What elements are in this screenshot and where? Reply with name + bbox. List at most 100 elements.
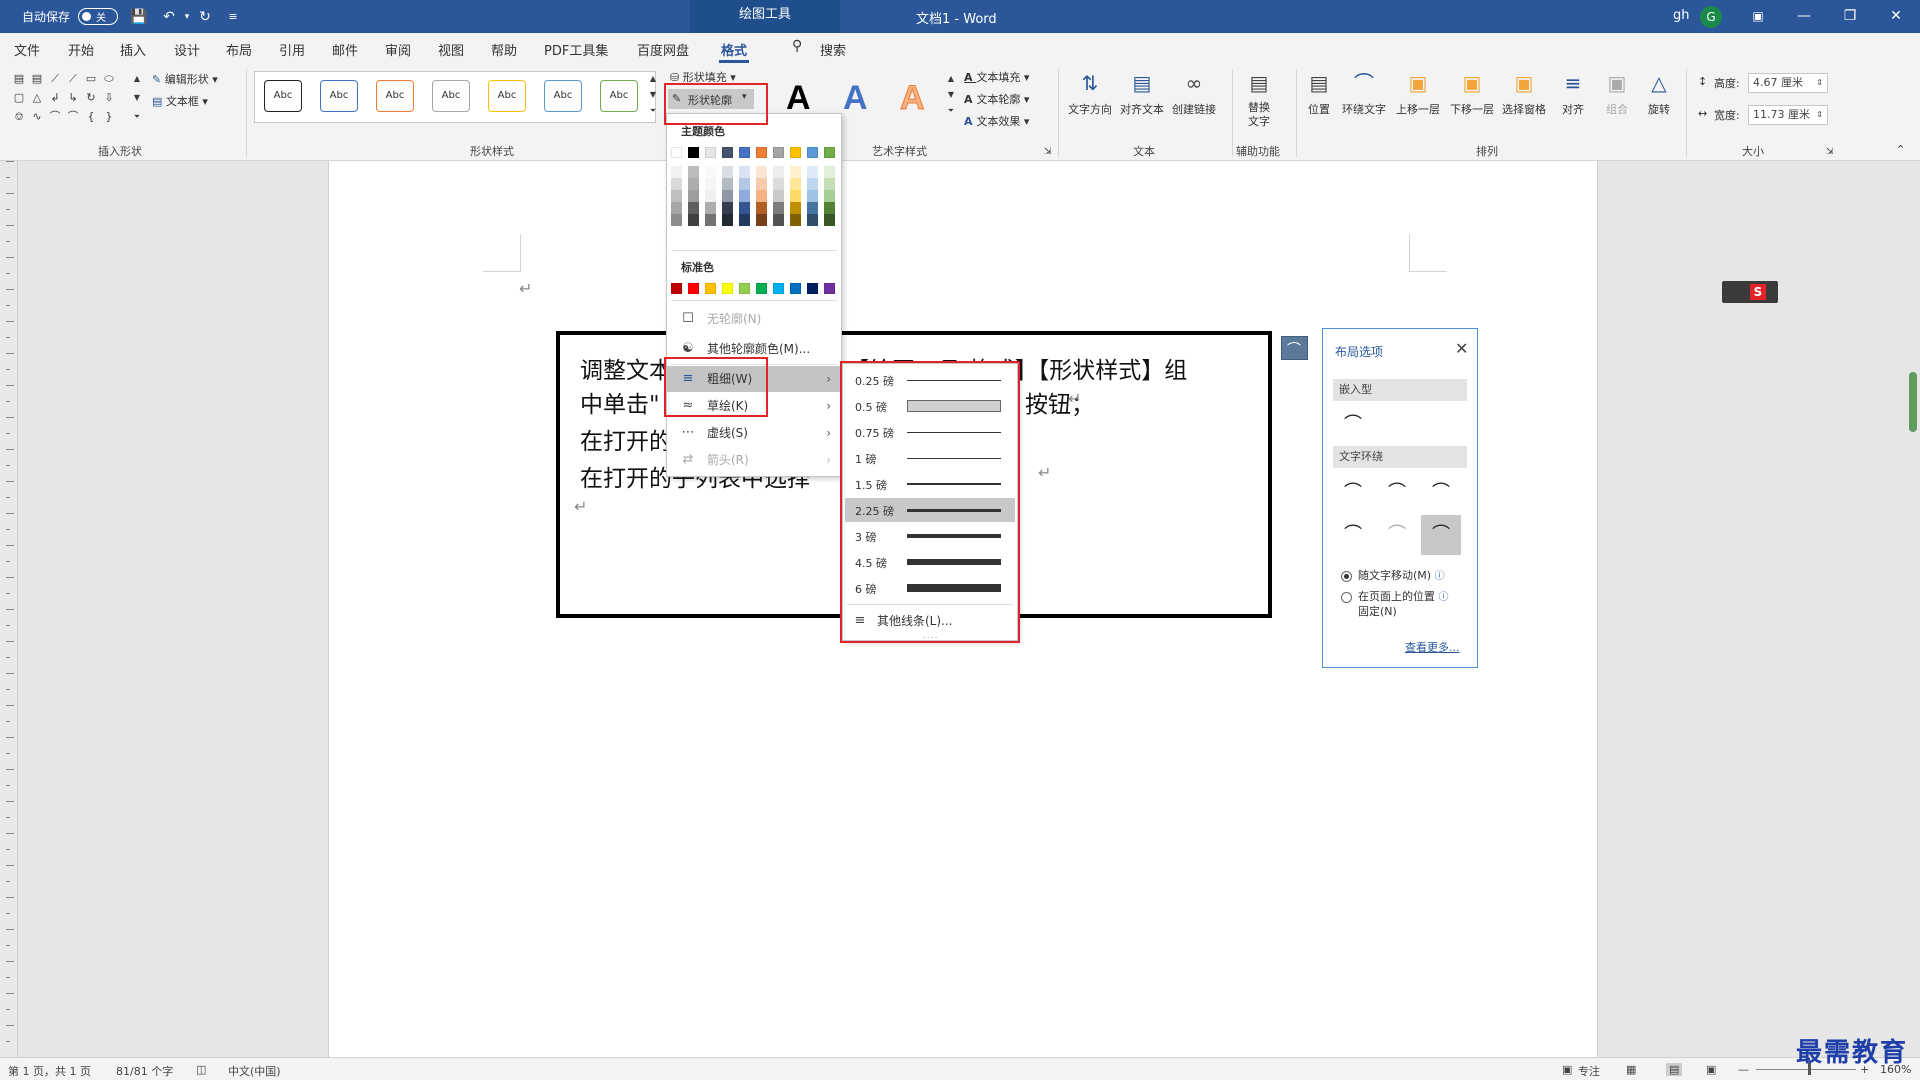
- through-wrap-icon[interactable]: ⌒: [1421, 473, 1461, 513]
- theme-color-swatch[interactable]: [790, 147, 801, 158]
- theme-color-swatch[interactable]: [807, 147, 818, 158]
- arc-shape-icon[interactable]: ⌒: [48, 111, 62, 123]
- theme-color-tint[interactable]: [739, 178, 750, 190]
- theme-color-tint[interactable]: [824, 214, 835, 226]
- tab-design[interactable]: 设计: [174, 40, 200, 59]
- standard-color-swatch[interactable]: [671, 283, 682, 294]
- restore-icon[interactable]: ❐: [1827, 0, 1873, 33]
- theme-color-tint[interactable]: [688, 190, 699, 202]
- word-count[interactable]: 81/81 个字: [116, 1063, 173, 1079]
- focus-label[interactable]: 专注: [1578, 1063, 1600, 1079]
- align-text-button[interactable]: ▤ 对齐文本: [1120, 69, 1164, 117]
- theme-color-tint[interactable]: [722, 202, 733, 214]
- rectangle-shape-icon[interactable]: ▭: [84, 73, 98, 85]
- wordart-gallery-more-icon[interactable]: ⏷: [944, 105, 958, 117]
- theme-color-tint[interactable]: [756, 178, 767, 190]
- tab-review[interactable]: 审阅: [385, 40, 411, 59]
- web-layout-icon[interactable]: ▣: [1706, 1063, 1716, 1076]
- proofing-icon[interactable]: ◫: [196, 1063, 206, 1076]
- theme-color-tint[interactable]: [756, 166, 767, 178]
- theme-color-tint[interactable]: [671, 190, 682, 202]
- oval-shape-icon[interactable]: ⬭: [102, 73, 116, 85]
- freeform-shape-icon[interactable]: ⎊: [12, 111, 26, 123]
- height-input[interactable]: 4.67 厘米 ⇕: [1748, 73, 1828, 93]
- triangle-shape-icon[interactable]: △: [30, 92, 44, 104]
- rotate-arrow-shape-icon[interactable]: ↻: [84, 92, 98, 104]
- theme-color-tint[interactable]: [807, 202, 818, 214]
- wrap-text-button[interactable]: ⌒ 环绕文字: [1342, 69, 1386, 117]
- autosave-toggle[interactable]: 关: [78, 8, 118, 25]
- no-outline-item[interactable]: ☐ 无轮廓(N): [667, 306, 841, 332]
- redo-icon[interactable]: ↻: [194, 6, 216, 28]
- theme-color-tint[interactable]: [688, 214, 699, 226]
- tab-baidu-netdisk[interactable]: 百度网盘: [637, 40, 689, 59]
- search-label[interactable]: 搜索: [820, 40, 846, 59]
- position-button[interactable]: ▤ 位置: [1306, 69, 1332, 117]
- fix-position-radio[interactable]: 在页面上的位置 ⓘ: [1341, 588, 1449, 604]
- theme-color-tint[interactable]: [790, 166, 801, 178]
- theme-color-tint[interactable]: [671, 166, 682, 178]
- theme-color-tint[interactable]: [671, 202, 682, 214]
- theme-color-tint[interactable]: [705, 214, 716, 226]
- shape-style-lightblue[interactable]: Abc: [544, 80, 582, 112]
- standard-color-swatch[interactable]: [790, 283, 801, 294]
- tab-view[interactable]: 视图: [438, 40, 464, 59]
- search-icon[interactable]: ⚲: [792, 38, 802, 54]
- width-input[interactable]: 11.73 厘米 ⇕: [1748, 105, 1828, 125]
- shape-style-blue[interactable]: Abc: [320, 80, 358, 112]
- arc-shape-icon[interactable]: ⌒: [66, 111, 80, 123]
- down-arrow-shape-icon[interactable]: ⇩: [102, 92, 116, 104]
- language[interactable]: 中文(中国): [228, 1063, 281, 1079]
- page-count[interactable]: 第 1 页，共 1 页: [8, 1063, 91, 1079]
- vertical-textbox-shape-icon[interactable]: ▤: [30, 73, 44, 85]
- theme-color-tint[interactable]: [824, 178, 835, 190]
- brace-right-shape-icon[interactable]: }: [102, 111, 116, 123]
- theme-color-tint[interactable]: [773, 202, 784, 214]
- theme-color-tint[interactable]: [671, 178, 682, 190]
- text-direction-button[interactable]: ⇅ 文字方向: [1068, 69, 1112, 117]
- theme-color-tint[interactable]: [824, 202, 835, 214]
- theme-color-tint[interactable]: [773, 190, 784, 202]
- connector-shape-icon[interactable]: ↳: [66, 92, 80, 104]
- wordart-style-blue[interactable]: A: [843, 79, 868, 118]
- theme-color-tint[interactable]: [790, 178, 801, 190]
- tab-mailings[interactable]: 邮件: [332, 40, 358, 59]
- theme-color-tint[interactable]: [722, 166, 733, 178]
- spinner-icon[interactable]: ⇕: [1816, 74, 1823, 92]
- theme-color-swatch[interactable]: [722, 147, 733, 158]
- theme-color-tint[interactable]: [705, 178, 716, 190]
- standard-color-swatch[interactable]: [705, 283, 716, 294]
- shape-style-black[interactable]: Abc: [264, 80, 302, 112]
- tab-format[interactable]: 格式: [718, 40, 750, 63]
- customize-qat-icon[interactable]: ≡: [222, 6, 244, 28]
- theme-color-tint[interactable]: [807, 190, 818, 202]
- gallery-up-icon[interactable]: ▲: [130, 73, 144, 85]
- text-outline-button[interactable]: A 文本轮廓 ▾: [964, 91, 1029, 107]
- standard-color-swatch[interactable]: [807, 283, 818, 294]
- spinner-icon[interactable]: ⇕: [1816, 106, 1823, 124]
- connector-shape-icon[interactable]: ↲: [48, 92, 62, 104]
- text-effects-button[interactable]: A 文本效果 ▾: [964, 113, 1029, 129]
- theme-color-tint[interactable]: [705, 166, 716, 178]
- print-layout-icon[interactable]: ▤: [1666, 1063, 1683, 1076]
- selection-pane-button[interactable]: ▣ 选择窗格: [1502, 69, 1546, 117]
- shape-style-gray[interactable]: Abc: [432, 80, 470, 112]
- theme-color-tint[interactable]: [688, 178, 699, 190]
- theme-color-tint[interactable]: [790, 214, 801, 226]
- close-icon[interactable]: ✕: [1455, 339, 1468, 358]
- standard-color-swatch[interactable]: [824, 283, 835, 294]
- focus-icon[interactable]: ▣: [1562, 1063, 1572, 1076]
- theme-color-tint[interactable]: [739, 166, 750, 178]
- read-mode-icon[interactable]: ▦: [1626, 1063, 1636, 1076]
- zoom-out-icon[interactable]: —: [1738, 1063, 1749, 1076]
- dash-item[interactable]: ⋯ 虚线(S) ›: [667, 420, 841, 446]
- close-icon[interactable]: ✕: [1873, 0, 1919, 33]
- theme-color-tint[interactable]: [688, 166, 699, 178]
- rotate-button[interactable]: △ 旋转: [1646, 69, 1672, 117]
- theme-color-tint[interactable]: [756, 214, 767, 226]
- standard-color-swatch[interactable]: [739, 283, 750, 294]
- inline-wrap-icon[interactable]: ⌒: [1333, 405, 1373, 445]
- group-button[interactable]: ▣ 组合: [1604, 69, 1630, 117]
- see-more-link[interactable]: 查看更多...: [1405, 639, 1460, 655]
- tab-layout[interactable]: 布局: [226, 40, 252, 59]
